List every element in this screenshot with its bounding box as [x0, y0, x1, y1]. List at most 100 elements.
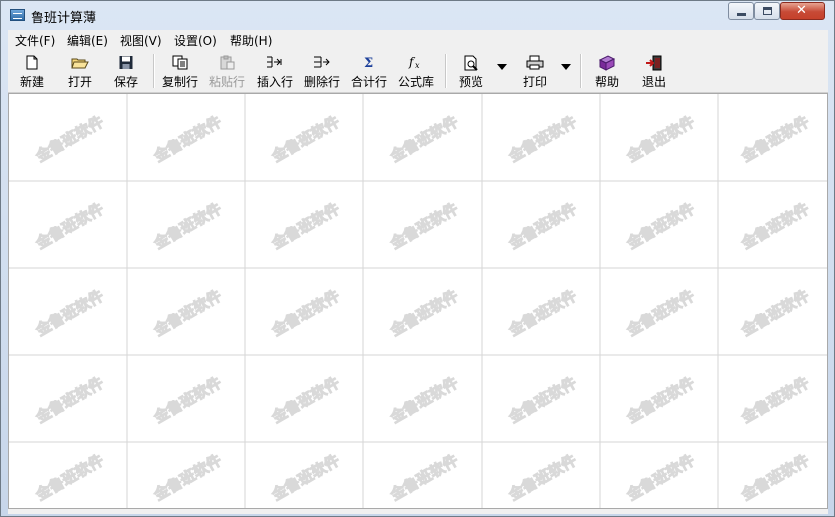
paste-icon [220, 55, 235, 70]
copy-row-button[interactable]: 复制行 [159, 52, 201, 90]
help-label: 帮助 [594, 75, 619, 89]
watermark-text: 金鲁班软件 [268, 451, 343, 505]
delete-row-label: 删除行 [303, 75, 340, 89]
watermark-text: 金鲁班软件 [505, 374, 580, 428]
watermark-text: 金鲁班软件 [505, 287, 580, 341]
open-folder-icon [71, 58, 89, 69]
watermark-text: 金鲁班软件 [737, 287, 812, 341]
spreadsheet-grid[interactable]: 金鲁班软件 金鲁班软件 金鲁班软件 金鲁班软件 金鲁班软件 金鲁班软件 金鲁班软件 金鲁班软件… [8, 93, 828, 509]
menu-edit[interactable]: 编辑(E) [67, 32, 108, 49]
watermark-text: 金鲁班软件 [386, 374, 461, 428]
watermark-text: 金鲁班软件 [386, 287, 461, 341]
open-label: 打开 [67, 75, 92, 89]
minimize-icon [737, 13, 746, 16]
menu-view[interactable]: 视图(V) [120, 32, 162, 49]
watermark-text: 金鲁班软件 [505, 113, 580, 167]
new-label: 新建 [19, 75, 44, 89]
exit-door-icon [646, 55, 662, 71]
watermark-text: 金鲁班软件 [268, 287, 343, 341]
watermark-text: 金鲁班软件 [386, 113, 461, 167]
printer-icon [526, 55, 544, 70]
insert-row-button[interactable]: 插入行 [254, 52, 296, 90]
menu-bar: 文件(F) 编辑(E) 视图(V) 设置(O) 帮助(H) [8, 30, 828, 50]
watermark-text: 金鲁班软件 [150, 451, 225, 505]
function-icon: fx [408, 55, 420, 70]
minimize-button[interactable] [728, 2, 754, 20]
watermark-text: 金鲁班软件 [150, 287, 225, 341]
sum-row-label: 合计行 [350, 75, 387, 89]
toolbar-separator [153, 54, 155, 88]
delete-row-button[interactable]: 删除行 [301, 52, 343, 90]
toolbar: 新建 打开 保存 复制行 粘贴行 插入行 删除行 Σ 合计行 f x 公式库 预… [8, 50, 828, 93]
print-dropdown-arrow-icon[interactable] [561, 64, 571, 70]
open-button[interactable]: 打开 [62, 52, 98, 90]
watermark-text: 金鲁班软件 [386, 200, 461, 254]
svg-text:Σ: Σ [364, 56, 373, 70]
watermark-text: 金鲁班软件 [623, 113, 698, 167]
insert-row-label: 插入行 [256, 75, 293, 89]
copy-row-label: 复制行 [161, 75, 198, 89]
exit-button[interactable]: 退出 [636, 52, 672, 90]
watermark-text: 金鲁班软件 [32, 451, 107, 505]
window-bottom-edge [8, 509, 828, 514]
watermark-grid: 金鲁班软件 金鲁班软件 金鲁班软件 金鲁班软件 金鲁班软件 金鲁班软件 金鲁班软件金鲁班软件… [9, 94, 827, 508]
formula-lib-button[interactable]: fx 公式库 [395, 52, 437, 90]
watermark-text: 金鲁班软件 [505, 451, 580, 505]
menu-help[interactable]: 帮助(H) [230, 32, 272, 49]
print-label: 打印 [522, 75, 547, 89]
toolbar-separator [580, 54, 582, 88]
sigma-icon: Σ [364, 56, 373, 70]
watermark-text: 金鲁班软件 [268, 113, 343, 167]
window-title: 鲁班计算薄 [31, 11, 97, 26]
delete-row-icon [314, 56, 330, 68]
watermark-text: 金鲁班软件 [268, 200, 343, 254]
save-label: 保存 [113, 75, 138, 89]
watermark-text: 金鲁班软件 [150, 113, 225, 167]
insert-row-icon [267, 56, 282, 68]
watermark-text: 金鲁班软件 [737, 374, 812, 428]
print-preview-icon [464, 55, 478, 71]
title-bar[interactable]: 鲁班计算薄 ✕ [1, 1, 834, 30]
watermark-text: 金鲁班软件 [737, 113, 812, 167]
watermark-text: 金鲁班软件 [32, 374, 107, 428]
watermark-text: 金鲁班软件 [623, 451, 698, 505]
app-window: 鲁班计算薄 ✕ 文件(F) 编辑(E) 视图(V) 设置(O) 帮助(H) 新建… [0, 0, 835, 517]
watermark-text: 金鲁班软件 [737, 200, 812, 254]
watermark-text: 金鲁班软件 [32, 200, 107, 254]
menu-file[interactable]: 文件(F) [15, 32, 55, 49]
watermark-text: 金鲁班软件 [268, 374, 343, 428]
preview-button[interactable]: 预览 [453, 52, 489, 90]
help-book-icon [598, 55, 616, 71]
new-file-icon [26, 55, 38, 70]
maximize-icon [763, 7, 772, 15]
formula-lib-label: 公式库 [397, 75, 434, 89]
watermark-text: 金鲁班软件 [737, 451, 812, 505]
watermark-text: 金鲁班软件 [623, 287, 698, 341]
copy-icon [172, 55, 188, 70]
app-icon [10, 9, 25, 21]
toolbar-separator [445, 54, 447, 88]
sum-row-button[interactable]: Σ 合计行 [348, 52, 390, 90]
watermark-text: 金鲁班软件 [623, 374, 698, 428]
watermark-text: 金鲁班软件 [150, 200, 225, 254]
paste-row-label: 粘贴行 [208, 75, 245, 89]
new-button[interactable]: 新建 [14, 52, 50, 90]
watermark-text: 金鲁班软件 [150, 374, 225, 428]
close-button[interactable]: ✕ [780, 2, 825, 20]
watermark-text: 金鲁班软件 [623, 200, 698, 254]
exit-label: 退出 [641, 75, 666, 89]
watermark-text: 金鲁班软件 [32, 287, 107, 341]
print-button[interactable]: 打印 [517, 52, 553, 90]
svg-text:x: x [415, 61, 420, 70]
watermark-text: 金鲁班软件 [32, 113, 107, 167]
save-disk-icon [119, 56, 133, 69]
close-icon: ✕ [796, 3, 807, 18]
menu-settings[interactable]: 设置(O) [174, 32, 217, 49]
help-button[interactable]: 帮助 [589, 52, 625, 90]
maximize-button[interactable] [754, 2, 780, 20]
paste-row-button[interactable]: 粘贴行 [206, 52, 248, 90]
watermark-text: 金鲁班软件 [386, 451, 461, 505]
save-button[interactable]: 保存 [108, 52, 144, 90]
preview-dropdown-arrow-icon[interactable] [497, 64, 507, 70]
preview-label: 预览 [458, 75, 483, 89]
